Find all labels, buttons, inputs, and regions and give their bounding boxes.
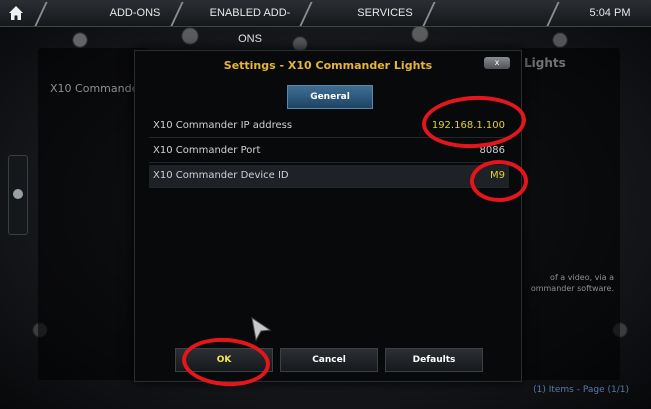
setting-row-device-id[interactable]: X10 Commander Device ID M9 [149, 165, 509, 188]
item-count: (1) [533, 385, 546, 395]
side-menu-tab[interactable] [8, 155, 28, 235]
top-bar: ADD-ONS ENABLED ADD-ONS SERVICES 5:04 PM [0, 0, 651, 45]
dialog-title: Settings - X10 Commander Lights [223, 59, 433, 72]
screen: ADD-ONS ENABLED ADD-ONS SERVICES 5:04 PM… [0, 0, 651, 409]
addon-list-item-label[interactable]: X10 Commander [50, 82, 143, 95]
setting-label: X10 Commander Port [153, 145, 261, 156]
defaults-button[interactable]: Defaults [385, 348, 483, 372]
breadcrumb-addons[interactable]: ADD-ONS [95, 0, 175, 26]
side-menu-icon [13, 189, 23, 199]
page-number: 1/1 [611, 385, 626, 395]
addon-info-description: of a video, via a ommander software. [530, 273, 614, 293]
breadcrumb-separator [34, 2, 48, 26]
home-icon[interactable] [8, 5, 24, 21]
page-footer: (1) Items - Page (1/1) [533, 385, 629, 395]
addon-info-title: Lights [524, 56, 566, 70]
tab-general[interactable]: General [287, 85, 373, 109]
setting-label: X10 Commander IP address [153, 120, 293, 131]
breadcrumb-enabled-addons[interactable]: ENABLED ADD-ONS [200, 0, 300, 45]
footer-close-paren: ) [625, 385, 629, 395]
clock: 5:04 PM [589, 7, 631, 19]
annotation-circle-device-id [470, 160, 528, 202]
items-page-label: Items - Page ( [545, 385, 611, 395]
setting-label: X10 Commander Device ID [153, 170, 289, 181]
cancel-button[interactable]: Cancel [280, 348, 378, 372]
breadcrumb-separator [546, 2, 560, 26]
mouse-cursor-icon [251, 316, 272, 342]
addon-list-panel: X10 Commander [38, 48, 148, 380]
addon-info-panel: Lights of a video, via a ommander softwa… [520, 48, 620, 380]
breadcrumb-separator [299, 2, 313, 26]
close-button[interactable]: x [484, 57, 510, 69]
breadcrumb-services[interactable]: SERVICES [345, 0, 425, 26]
